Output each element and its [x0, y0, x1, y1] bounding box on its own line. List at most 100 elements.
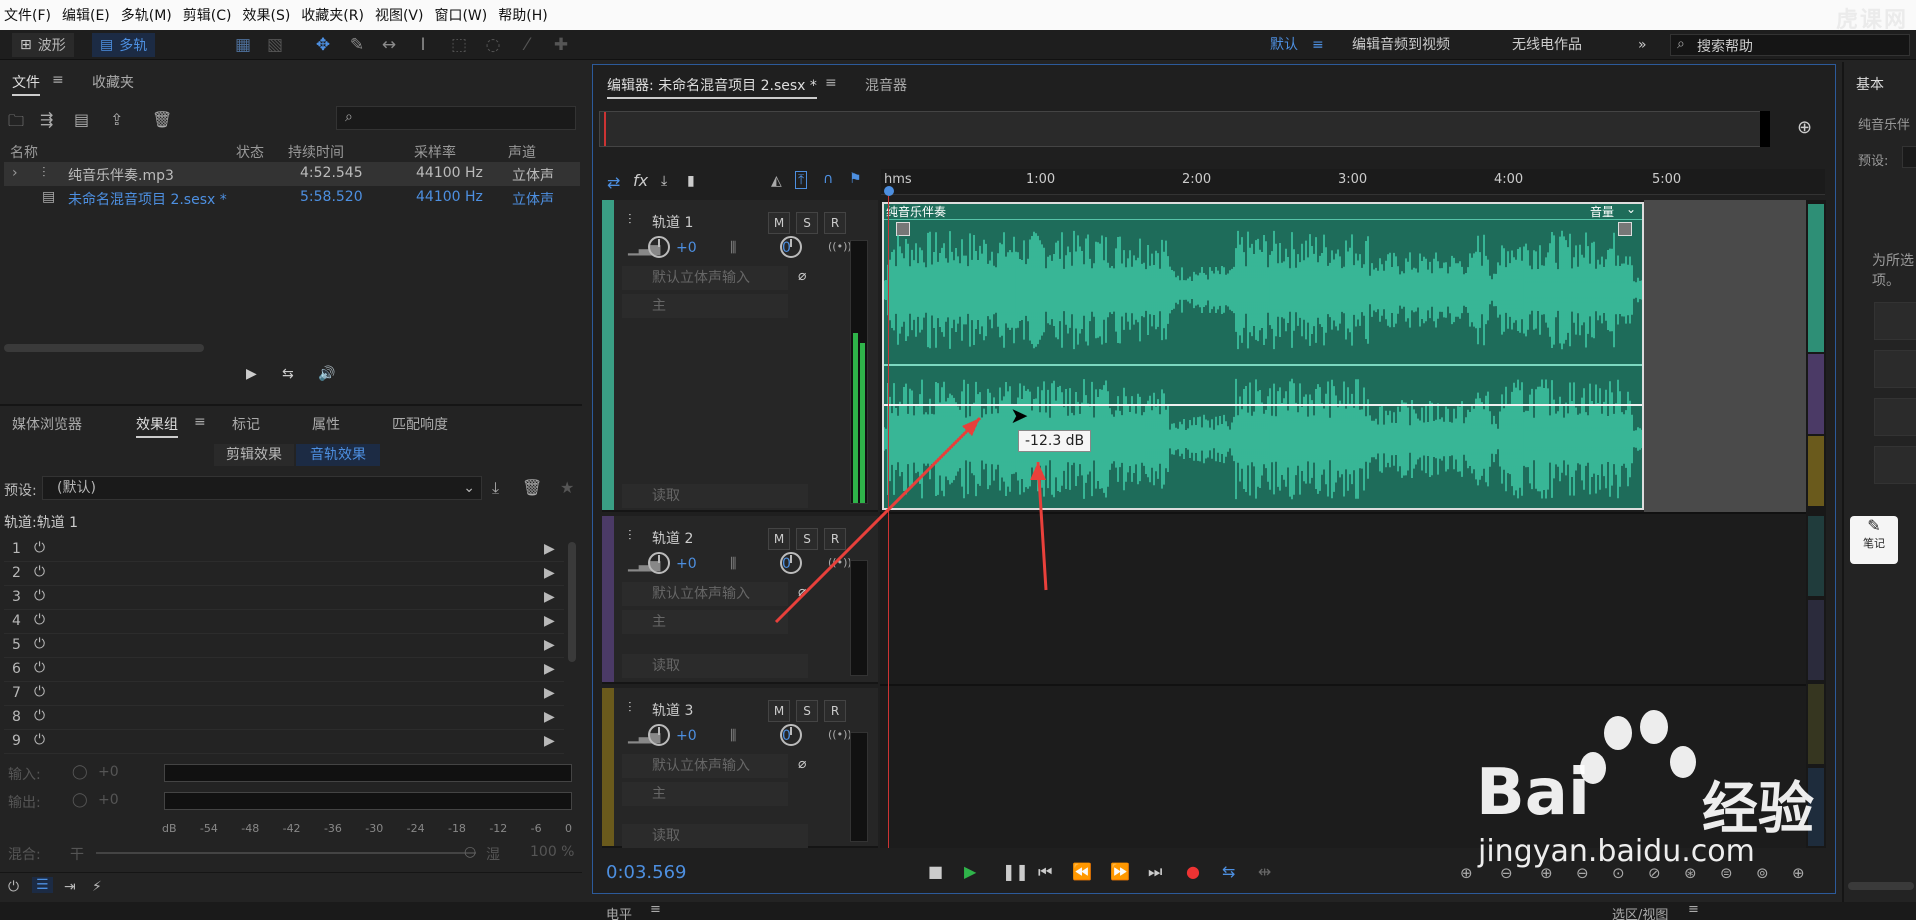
editor-menu-icon[interactable]: ≡: [825, 75, 837, 91]
mix-slider[interactable]: [96, 852, 476, 854]
menu-window[interactable]: 窗口(W): [434, 5, 487, 25]
fx-icon[interactable]: fx: [633, 171, 648, 190]
power-icon[interactable]: ⏻: [34, 660, 45, 676]
spectral-pitch-icon[interactable]: ▧: [264, 34, 286, 56]
search-help-input[interactable]: ⌕ 搜索帮助: [1670, 34, 1910, 56]
slot-arrow-icon[interactable]: ▶: [544, 613, 555, 629]
effect-slot[interactable]: 8 ⏻ ▶: [4, 706, 564, 730]
lightning-icon[interactable]: ⚡: [92, 879, 102, 895]
notes-button[interactable]: ✎ 笔记: [1850, 516, 1898, 564]
save-preset-icon[interactable]: ⤓: [492, 478, 499, 498]
track-output-select[interactable]: 主: [622, 294, 788, 318]
tab-properties[interactable]: 属性: [312, 414, 340, 434]
snap-icon[interactable]: ⤒: [795, 171, 808, 189]
track-name[interactable]: 轨道 3: [652, 700, 693, 720]
loop-icon[interactable]: ⇆: [1222, 862, 1235, 881]
preset-select[interactable]: (默认) ⌄: [42, 476, 482, 500]
effects-menu-icon[interactable]: ≡: [194, 414, 206, 430]
more-workspaces-icon[interactable]: »: [1638, 30, 1647, 60]
list-icon[interactable]: ☰: [32, 877, 53, 893]
metronome-icon[interactable]: ◭: [771, 173, 782, 189]
healing-icon[interactable]: ✚: [550, 34, 572, 56]
menu-view[interactable]: 视图(V): [375, 5, 424, 25]
swap-icon[interactable]: ⇄: [607, 173, 620, 192]
pause-icon[interactable]: ❚❚: [1002, 862, 1029, 881]
track-input-select[interactable]: 默认立体声输入: [622, 754, 788, 778]
track-output-select[interactable]: 主: [622, 782, 788, 806]
effect-slot[interactable]: 5 ⏻ ▶: [4, 634, 564, 658]
playhead-handle[interactable]: [884, 186, 894, 196]
rewind-icon[interactable]: ⏪: [1072, 862, 1092, 881]
file-row[interactable]: ▤ 未命名混音项目 2.sesx * 5:58.520 44100 Hz 立体声: [4, 186, 580, 210]
tab-mixer[interactable]: 混音器: [865, 75, 907, 95]
slot-arrow-icon[interactable]: ▶: [544, 685, 555, 701]
slot-arrow-icon[interactable]: ▶: [544, 637, 555, 653]
col-name[interactable]: 名称: [10, 142, 38, 162]
slider-handle-icon[interactable]: ○: [464, 844, 476, 860]
track-name[interactable]: 轨道 2: [652, 528, 693, 548]
stereo-icon[interactable]: ((•)): [828, 240, 852, 253]
eq-icon[interactable]: ▮: [687, 173, 695, 189]
effect-slot[interactable]: 7 ⏻ ▶: [4, 682, 564, 706]
import-icon[interactable]: ⇶: [40, 110, 53, 129]
zoom-target-icon[interactable]: ⊕: [1797, 117, 1812, 138]
rack-scrollbar[interactable]: [568, 542, 576, 662]
power-icon[interactable]: ⏻: [34, 540, 45, 556]
selection-menu-icon[interactable]: ≡: [1688, 902, 1699, 917]
phase-icon[interactable]: ⌀: [798, 756, 806, 772]
effect-slot[interactable]: 4 ⏻ ▶: [4, 610, 564, 634]
col-status[interactable]: 状态: [236, 142, 264, 162]
stereo-icon[interactable]: ((•)): [828, 728, 852, 741]
panel-scrollbar[interactable]: [1848, 882, 1914, 890]
effect-slot[interactable]: 1 ⏻ ▶: [4, 538, 564, 562]
workspace-radio[interactable]: 无线电作品: [1512, 30, 1582, 60]
time-display[interactable]: 0:03.569: [606, 862, 687, 883]
category-button[interactable]: [1874, 398, 1916, 436]
slot-arrow-icon[interactable]: ▶: [544, 541, 555, 557]
power-icon[interactable]: ⏻: [34, 612, 45, 628]
record-arm-button[interactable]: R: [824, 212, 846, 234]
send-icon[interactable]: ⤓: [661, 173, 667, 189]
effect-slot[interactable]: 3 ⏻ ▶: [4, 586, 564, 610]
slip-tool-icon[interactable]: ↔: [378, 34, 400, 56]
menu-favorites[interactable]: 收藏夹(R): [301, 5, 364, 25]
slot-arrow-icon[interactable]: ▶: [544, 709, 555, 725]
tab-markers[interactable]: 标记: [232, 414, 260, 434]
slot-arrow-icon[interactable]: ▶: [544, 733, 555, 749]
slot-arrow-icon[interactable]: ▶: [544, 661, 555, 677]
tab-editor[interactable]: 编辑器: 未命名混音项目 2.sesx *: [607, 75, 817, 99]
delete-preset-icon[interactable]: 🗑: [522, 478, 542, 497]
menu-edit[interactable]: 编辑(E): [62, 5, 110, 25]
track-effects-tab[interactable]: 音轨效果: [296, 444, 380, 466]
track-name[interactable]: 轨道 1: [652, 212, 693, 232]
tab-favorites[interactable]: 收藏夹: [92, 72, 134, 92]
brush-icon[interactable]: ⁄: [516, 34, 538, 56]
menu-multitrack[interactable]: 多轨(M): [121, 5, 172, 25]
clip-name[interactable]: 纯音乐伴奏: [886, 204, 946, 220]
category-button[interactable]: [1874, 446, 1916, 484]
expand-icon[interactable]: ›: [12, 165, 18, 181]
favorite-star-icon[interactable]: ★: [560, 478, 574, 497]
levels-menu-icon[interactable]: ≡: [650, 902, 661, 917]
col-duration[interactable]: 持续时间: [288, 142, 344, 162]
effect-slot[interactable]: 6 ⏻ ▶: [4, 658, 564, 682]
export-icon[interactable]: ⇪: [110, 110, 123, 129]
category-button[interactable]: [1874, 350, 1916, 388]
workspace-default[interactable]: 默认: [1270, 30, 1298, 60]
overview-end-handle[interactable]: [1760, 111, 1770, 147]
power-icon[interactable]: ⏻: [8, 879, 19, 895]
knob-icon[interactable]: ◯: [72, 764, 88, 780]
magnet-icon[interactable]: ∩: [823, 171, 833, 187]
workspace-menu-icon[interactable]: ≡: [1312, 30, 1324, 60]
delete-icon[interactable]: 🗑: [152, 110, 172, 129]
menu-effects[interactable]: 效果(S): [242, 5, 290, 25]
skip-icon[interactable]: ⇹: [1258, 862, 1271, 881]
tab-effects-rack[interactable]: 效果组: [136, 414, 178, 438]
category-button[interactable]: [1874, 302, 1916, 340]
new-file-icon[interactable]: ▤: [74, 110, 89, 129]
slot-arrow-icon[interactable]: ▶: [544, 565, 555, 581]
razor-tool-icon[interactable]: ✎: [346, 34, 368, 56]
spectral-freq-icon[interactable]: ▦: [232, 34, 254, 56]
volume-knob[interactable]: [648, 236, 670, 258]
power-icon[interactable]: ⏻: [34, 636, 45, 652]
